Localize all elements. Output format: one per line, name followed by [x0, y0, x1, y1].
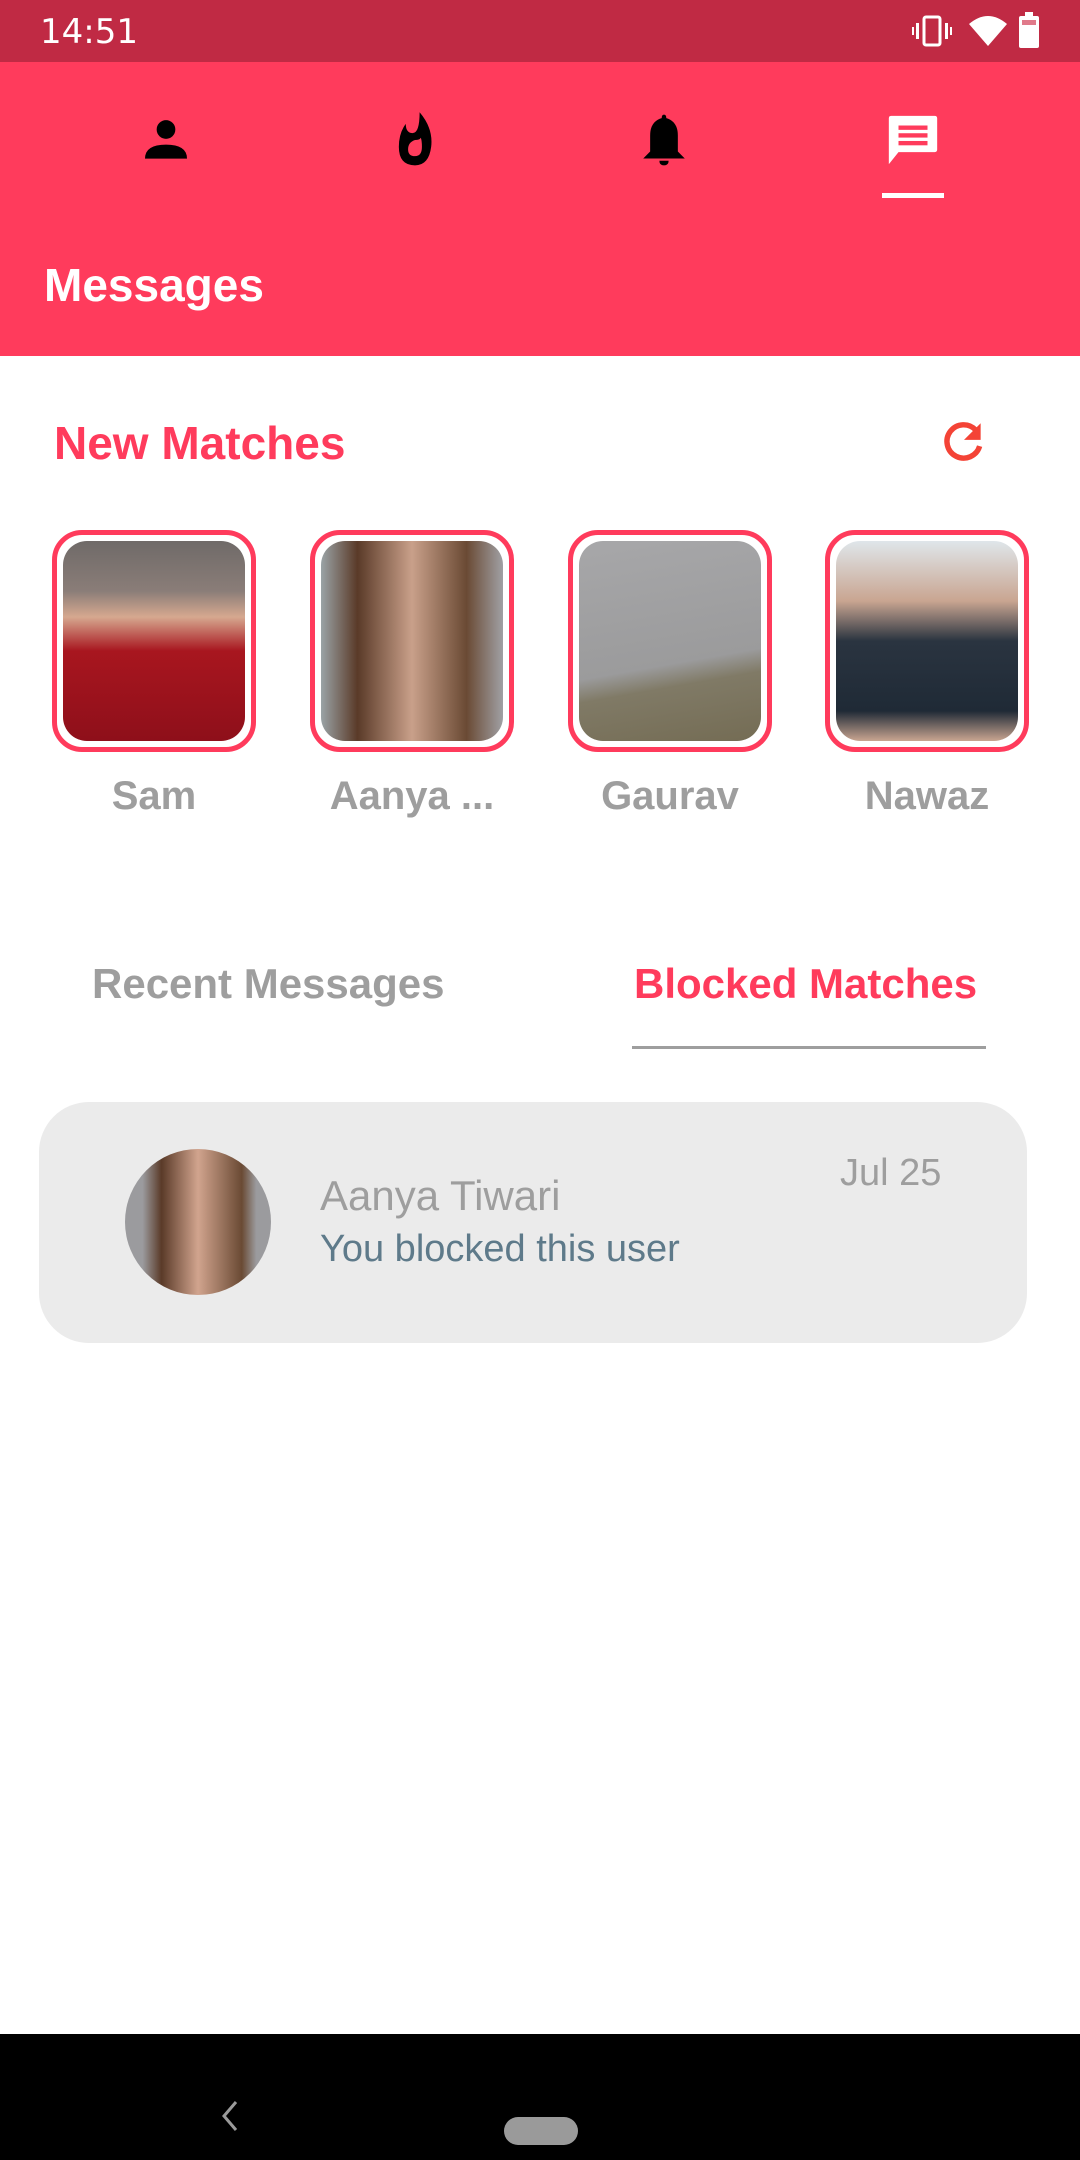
match-card[interactable]: Sam: [52, 530, 256, 819]
match-name: Sam: [111, 774, 197, 818]
status-time: 14:51: [40, 12, 138, 52]
blocked-status-text: You blocked this user: [320, 1228, 680, 1270]
match-card[interactable]: Aanya ...: [310, 530, 514, 819]
nav-notifications-tab[interactable]: [624, 100, 704, 180]
match-name: Aanya ...: [329, 774, 495, 818]
match-photo-frame: [568, 530, 772, 752]
match-photo: [836, 541, 1018, 741]
vibrate-icon: [912, 14, 952, 53]
match-photo-frame: [310, 530, 514, 752]
refresh-icon: [944, 422, 983, 461]
chat-icon: [888, 115, 938, 165]
match-card[interactable]: Nawaz: [825, 530, 1029, 819]
match-photo: [321, 541, 503, 741]
match-name: Gaurav: [601, 774, 739, 818]
person-icon: [145, 120, 187, 159]
app-header: Messages: [0, 62, 1080, 356]
match-photo-frame: [52, 530, 256, 752]
match-name: Nawaz: [864, 774, 990, 818]
flame-icon: [398, 112, 432, 166]
status-bar: 14:51: [0, 0, 1080, 62]
blocked-user-name: Aanya Tiwari: [320, 1172, 561, 1219]
back-button[interactable]: [214, 2096, 244, 2136]
tab-underline: [632, 1046, 986, 1049]
nav-profile-tab[interactable]: [126, 100, 206, 180]
bell-icon: [643, 114, 685, 166]
refresh-button[interactable]: [936, 414, 992, 470]
match-photo: [579, 541, 761, 741]
nav-messages-tab[interactable]: [873, 100, 953, 180]
wifi-icon: [968, 12, 1008, 53]
system-nav-bar: [0, 2034, 1080, 2160]
match-card[interactable]: Gaurav: [568, 530, 772, 819]
match-photo: [63, 541, 245, 741]
tab-recent-messages[interactable]: Recent Messages: [92, 960, 445, 1008]
nav-discover-tab[interactable]: [375, 100, 455, 180]
tab-blocked-matches[interactable]: Blocked Matches: [634, 960, 977, 1008]
active-tab-indicator: [882, 193, 944, 198]
blocked-date: Jul 25: [840, 1152, 942, 1194]
avatar: [125, 1149, 271, 1295]
back-chevron-icon: [222, 2101, 238, 2131]
new-matches-heading: New Matches: [54, 417, 346, 469]
home-button[interactable]: [504, 2117, 578, 2145]
battery-icon: [1018, 12, 1040, 53]
page-title: Messages: [44, 259, 264, 311]
match-photo-frame: [825, 530, 1029, 752]
